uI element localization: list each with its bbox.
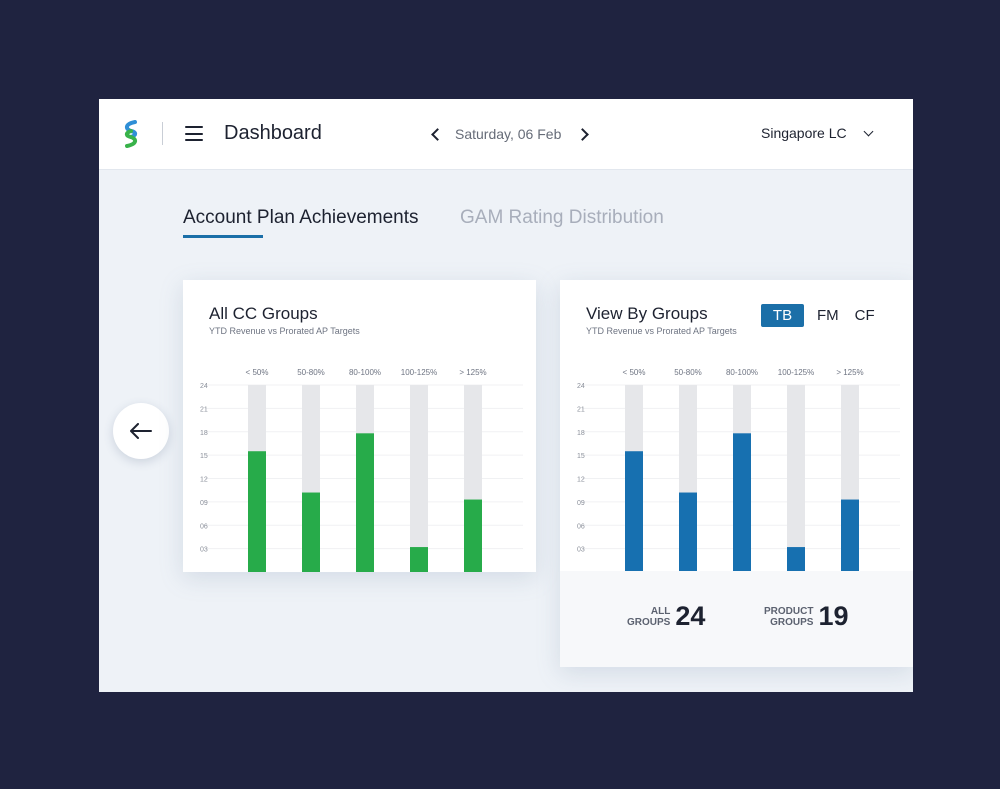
stat-label: ALL GROUPS [627,605,671,628]
tab-account-plan-achievements[interactable]: Account Plan Achievements [183,207,419,229]
category-label: 50-80% [297,368,325,377]
arrow-left-icon [130,423,152,439]
category-label: 80-100% [726,368,758,377]
bar-1 [679,492,697,572]
tab-gam-rating-distribution[interactable]: GAM Rating Distribution [460,207,664,229]
groups-summary: ALL GROUPS 24 PRODUCT GROUPS 19 [560,571,913,667]
category-label: 50-80% [674,368,702,377]
all-cc-groups-bar-chart: 24 21 18 15 12 09 06 03 < 50% 50-80% 80-100% 100-12… [200,368,523,572]
all-groups-stat: ALL GROUPS 24 [627,601,705,632]
bar-2 [733,433,751,572]
hamburger-icon[interactable] [185,126,203,141]
location-label: Singapore LC [761,125,847,141]
y-tick-label: 06 [577,523,585,530]
y-tick-label: 21 [577,406,585,413]
y-tick-label: 21 [200,406,208,413]
chevron-down-icon [863,126,874,136]
page-title: Dashboard [224,122,322,144]
category-label: 100-125% [778,368,814,377]
view-by-groups-card: View By Groups YTD Revenue vs Prorated A… [560,280,913,667]
current-date: Saturday, 06 Feb [455,126,562,142]
bar-4 [464,499,482,572]
active-tab-indicator [183,235,263,238]
y-tick-label: 18 [577,430,585,437]
stat-value: 19 [818,601,849,631]
bar-3 [787,547,805,572]
category-label: 100-125% [401,368,437,377]
y-tick-label: 03 [200,547,208,554]
bar-0 [625,451,643,572]
y-tick-label: 18 [200,430,208,437]
product-groups-stat: PRODUCT GROUPS 19 [764,601,849,632]
y-tick-label: 12 [577,477,585,484]
y-tick-label: 12 [200,477,208,484]
all-cc-groups-card: All CC Groups YTD Revenue vs Prorated AP… [183,280,536,572]
bar-2 [356,433,374,572]
stat-value: 24 [675,601,706,631]
y-tick-label: 24 [577,383,585,390]
back-button[interactable] [113,403,169,459]
view-by-groups-bar-chart: 24 21 18 15 12 09 06 03 < 50% 50-80% 80-100% 100-12… [577,368,900,572]
bar-track [410,385,428,572]
bar-1 [302,492,320,572]
chevron-right-icon[interactable] [576,124,591,144]
y-tick-label: 09 [577,500,585,507]
category-label: 80-100% [349,368,381,377]
category-label: < 50% [246,368,269,377]
location-dropdown[interactable]: Singapore LC [761,125,874,141]
bar-3 [410,547,428,572]
header-divider [162,122,163,145]
category-label: > 125% [459,368,486,377]
bar-track [787,385,805,572]
y-tick-label: 15 [200,453,208,460]
date-navigator: Saturday, 06 Feb [429,123,591,145]
y-tick-label: 06 [200,523,208,530]
app-screen: Dashboard Saturday, 06 Feb Singapore LC … [99,99,913,692]
y-tick-label: 15 [577,453,585,460]
top-bar: Dashboard Saturday, 06 Feb Singapore LC [99,99,913,169]
category-label: < 50% [623,368,646,377]
standard-chartered-logo-icon[interactable] [119,120,143,148]
category-label: > 125% [836,368,863,377]
y-tick-label: 03 [577,547,585,554]
y-tick-label: 09 [200,500,208,507]
stat-label: PRODUCT GROUPS [764,605,814,628]
chevron-left-icon[interactable] [429,124,444,144]
bar-4 [841,499,859,572]
y-tick-label: 24 [200,383,208,390]
bar-0 [248,451,266,572]
